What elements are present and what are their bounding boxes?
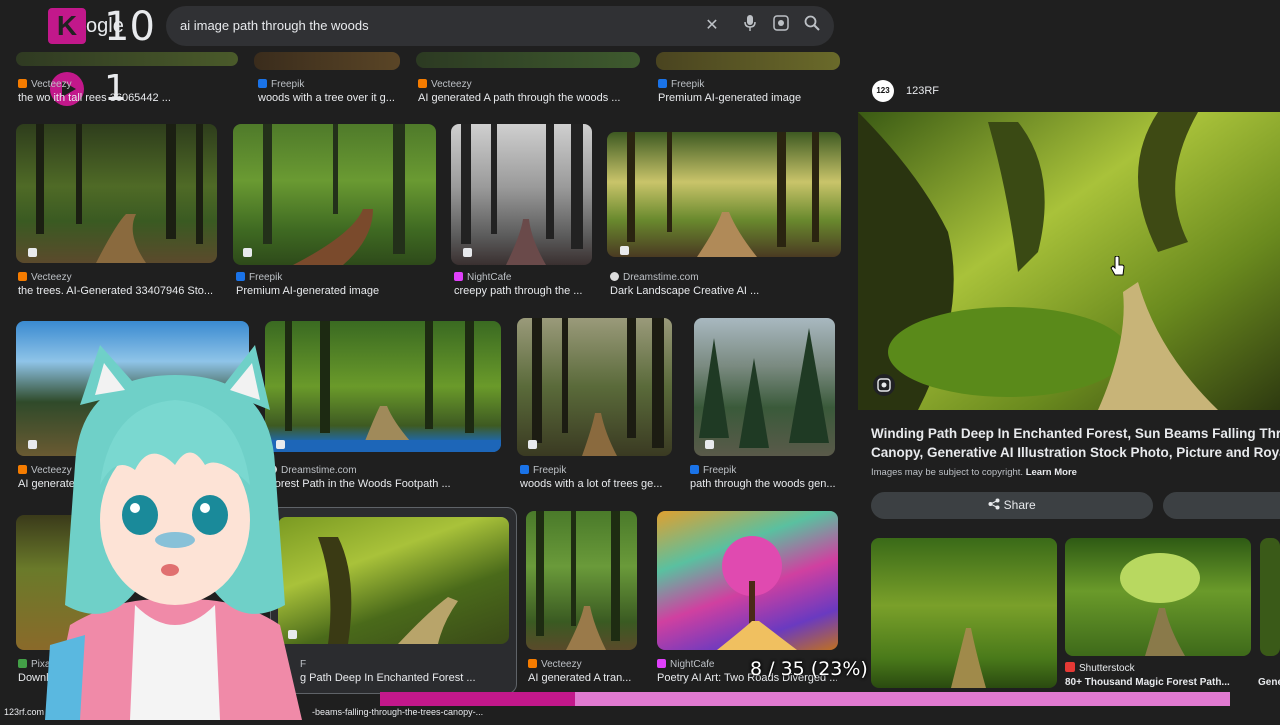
progress-remaining: [575, 692, 1230, 706]
footer-domain[interactable]: 123rf.com: [4, 707, 44, 717]
image-thumbnail[interactable]: [254, 52, 400, 70]
share-icon: [988, 498, 1003, 512]
image-thumbnail[interactable]: [656, 52, 840, 70]
result-title[interactable]: AI generated A tran...: [528, 672, 638, 684]
related-source: Shutterstock: [1065, 662, 1135, 674]
image-badge-icon: [705, 440, 714, 449]
image-thumbnail[interactable]: [16, 52, 238, 66]
progress-fill: [380, 692, 576, 706]
close-icon[interactable]: ✕: [701, 15, 723, 37]
related-title[interactable]: Gene: [1258, 677, 1280, 688]
related-title[interactable]: 80+ Thousand Magic Forest Path...: [1065, 677, 1230, 688]
result-source: Vecteezy: [528, 659, 582, 670]
related-image[interactable]: [1065, 538, 1251, 656]
result-title[interactable]: the wo ith tall rees 36065442 ...: [18, 92, 218, 104]
result-source: Vecteezy: [418, 79, 472, 90]
mic-icon[interactable]: [739, 15, 761, 37]
result-source: Vecteezy: [18, 272, 72, 283]
logo-mark: K: [48, 8, 86, 44]
share-label: Share: [1003, 498, 1036, 512]
copyright-note: Images may be subject to copyright. Lear…: [871, 467, 1077, 478]
site-logo: 123: [872, 80, 894, 102]
image-thumbnail[interactable]: [451, 124, 592, 265]
image-badge-icon: [528, 440, 537, 449]
result-title[interactable]: AI generated A path through the woods ..…: [418, 92, 643, 104]
related-image[interactable]: [871, 538, 1057, 688]
logo-area[interactable]: K ogle 10: [0, 0, 165, 52]
result-source: Freepik: [690, 465, 736, 476]
result-source: Freepik: [258, 79, 304, 90]
preview-image[interactable]: [858, 112, 1280, 410]
result-source: Freepik: [658, 79, 704, 90]
result-title[interactable]: Premium AI-generated image: [658, 92, 838, 104]
image-thumbnail[interactable]: [278, 517, 509, 644]
image-thumbnail[interactable]: [233, 124, 436, 265]
visit-button[interactable]: [1163, 492, 1280, 519]
related-image[interactable]: [1260, 538, 1280, 656]
search-icon[interactable]: [801, 15, 823, 37]
lens-icon[interactable]: [770, 15, 792, 37]
result-title[interactable]: the trees. AI-Generated 33407946 Sto...: [18, 285, 218, 297]
image-thumbnail[interactable]: [416, 52, 640, 68]
result-source: Vecteezy: [18, 79, 72, 90]
image-thumbnail[interactable]: [526, 511, 637, 650]
site-name[interactable]: 123RF: [906, 85, 939, 97]
image-thumbnail[interactable]: [694, 318, 835, 456]
image-thumbnail[interactable]: [607, 132, 841, 257]
result-title[interactable]: Dark Landscape Creative AI ...: [610, 285, 840, 297]
image-badge-icon: [463, 248, 472, 257]
result-title[interactable]: creepy path through the ...: [454, 285, 594, 297]
image-thumbnail[interactable]: [657, 511, 838, 650]
vtuber-avatar: [40, 345, 310, 720]
result-title[interactable]: path through the woods gen...: [690, 478, 840, 490]
footer-url[interactable]: -beams-falling-through-the-trees-canopy-…: [312, 707, 483, 717]
result-title[interactable]: Premium AI-generated image: [236, 285, 436, 297]
image-badge-icon: [620, 246, 629, 255]
image-thumbnail[interactable]: [517, 318, 672, 456]
result-title[interactable]: woods with a tree over it g...: [258, 92, 408, 104]
learn-more-link[interactable]: Learn More: [1026, 467, 1077, 478]
result-source: Freepik: [236, 272, 282, 283]
overlay-counter-top: 10: [104, 4, 155, 50]
search-input[interactable]: ai image path through the woods: [180, 18, 369, 33]
image-badge-icon: [28, 248, 37, 257]
lens-search-icon[interactable]: [873, 374, 895, 396]
result-source: Dreamstime.com: [610, 272, 699, 283]
progress-text: 8 / 35 (23%): [750, 658, 868, 680]
result-title[interactable]: g Path Deep In Enchanted Forest ...: [300, 672, 510, 684]
result-title[interactable]: woods with a lot of trees ge...: [520, 478, 675, 490]
result-source: NightCafe: [657, 659, 714, 670]
mouse-cursor: [1110, 255, 1126, 281]
share-button[interactable]: Share: [871, 492, 1153, 519]
search-bar[interactable]: ai image path through the woods ✕: [166, 6, 834, 46]
image-badge-icon: [28, 440, 37, 449]
result-source: Freepik: [520, 465, 566, 476]
image-badge-icon: [243, 248, 252, 257]
preview-title[interactable]: Winding Path Deep In Enchanted Forest, S…: [871, 424, 1280, 462]
image-thumbnail[interactable]: [16, 124, 217, 263]
result-source: NightCafe: [454, 272, 511, 283]
